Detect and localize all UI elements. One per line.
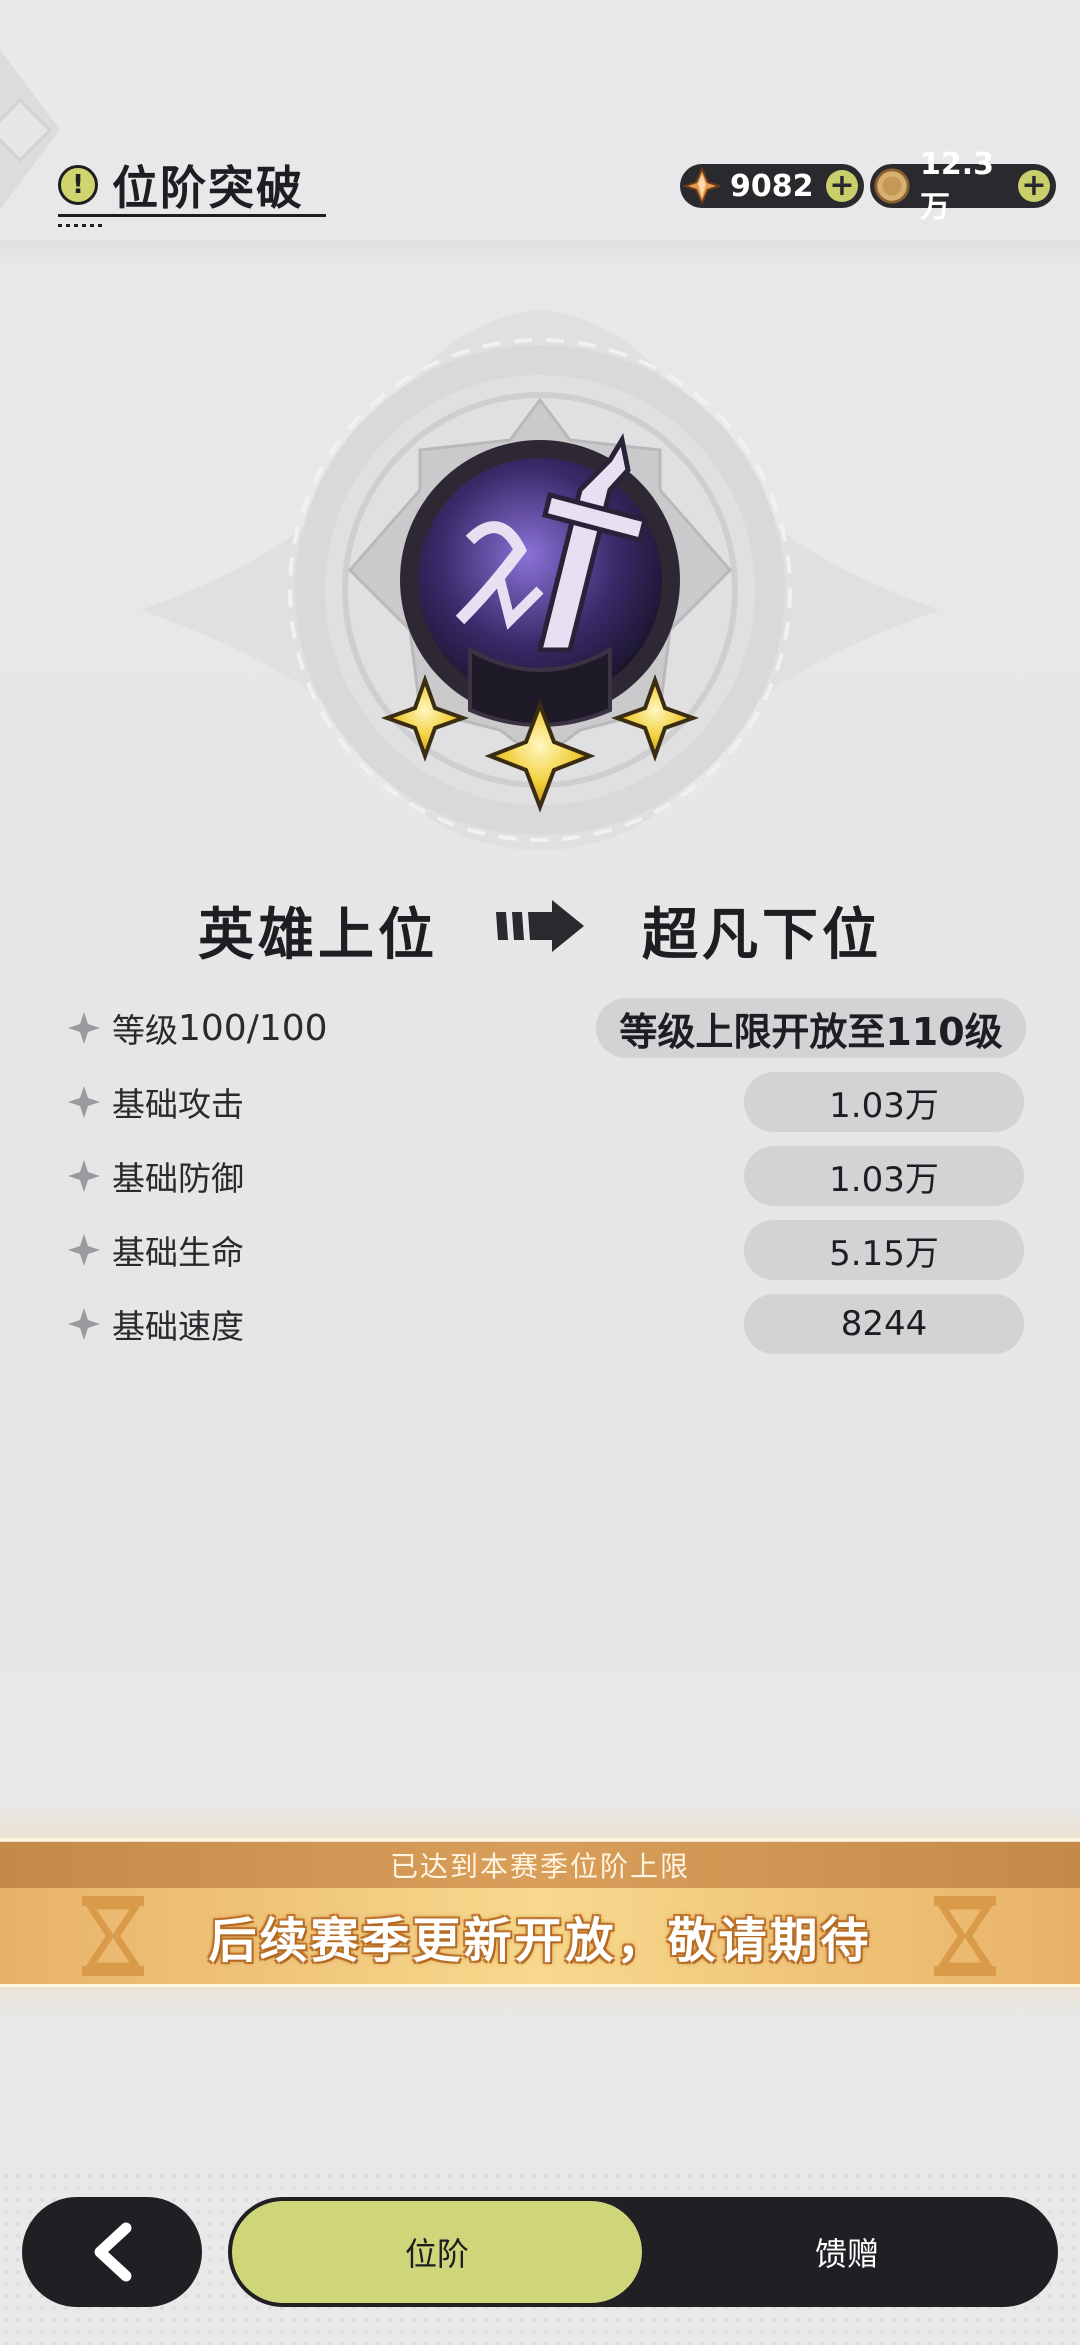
title-underline: [58, 214, 326, 217]
coin-amount: 12.3万: [920, 146, 995, 225]
add-coin-button[interactable]: +: [1018, 170, 1050, 202]
stat-value: 5.15万: [744, 1220, 1024, 1280]
stat-speed-row: 基础速度: [66, 1294, 244, 1354]
crystal-amount: 9082: [730, 168, 814, 204]
sparkle-icon: [68, 1308, 100, 1340]
hourglass-icon: [82, 1896, 144, 1976]
stat-value: 8244: [744, 1294, 1024, 1354]
rank-emblem: [140, 310, 940, 850]
stat-label: 基础防御: [112, 1159, 244, 1198]
season-banner: 后续赛季更新开放，敬请期待: [0, 1888, 1080, 1984]
stat-defense-row: 基础防御: [66, 1146, 244, 1206]
header-shadow: [0, 240, 1080, 270]
banner-border-top: [0, 1838, 1080, 1841]
page-title: 位阶突破: [112, 161, 304, 215]
stat-label: 基础攻击: [112, 1085, 244, 1124]
tab-rank[interactable]: 位阶: [232, 2201, 642, 2303]
stat-hp-row: 基础生命: [66, 1220, 244, 1280]
sparkle-icon: [68, 1160, 100, 1192]
next-rank: 超凡下位: [642, 903, 882, 968]
sparkle-icon: [68, 1012, 100, 1044]
season-limit-notice: 已达到本赛季位阶上限: [0, 1842, 1080, 1888]
info-icon[interactable]: !: [58, 165, 98, 205]
tab-gift[interactable]: 馈赠: [642, 2201, 1052, 2303]
stat-attack-row: 基础攻击: [66, 1072, 244, 1132]
season-banner-text: 后续赛季更新开放，敬请期待: [208, 1913, 872, 1969]
crystal-icon: [682, 166, 722, 206]
stat-value: 1.03万: [744, 1146, 1024, 1206]
add-crystal-button[interactable]: +: [826, 170, 858, 202]
current-rank: 英雄上位: [198, 903, 438, 968]
stat-value: 1.03万: [744, 1072, 1024, 1132]
currency-coin: 12.3万 +: [870, 147, 1056, 225]
stat-label: 基础生命: [112, 1233, 244, 1272]
level-label: 等级: [112, 1011, 178, 1050]
hourglass-icon: [934, 1896, 996, 1976]
chevron-left-icon: [94, 2222, 132, 2282]
sparkle-icon: [68, 1234, 100, 1266]
arrow-right-icon: [496, 900, 584, 952]
page-header: ! 位阶突破: [58, 150, 304, 220]
level-unlock-pill: 等级上限开放至110级: [596, 998, 1026, 1058]
title-dots: [58, 224, 106, 227]
coin-icon: [872, 166, 912, 206]
back-button[interactable]: [22, 2197, 202, 2307]
currency-crystal: 9082 +: [680, 164, 864, 208]
stat-level-row: 等级 100/100: [66, 998, 328, 1058]
banner-border-bottom: [0, 1984, 1080, 1987]
level-value: 100/100: [178, 1007, 328, 1049]
sparkle-icon: [68, 1086, 100, 1118]
stat-label: 基础速度: [112, 1307, 244, 1346]
